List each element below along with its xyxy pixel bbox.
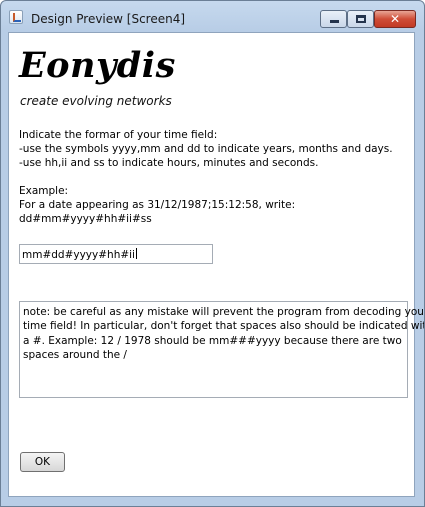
java-app-icon bbox=[9, 10, 23, 24]
window-title: Design Preview [Screen4] bbox=[31, 12, 186, 26]
time-format-value: mm#dd#yyyy#hh#ii bbox=[22, 249, 135, 261]
dialog-content: Eonydis create evolving networks Indicat… bbox=[8, 32, 425, 497]
note-line: spaces around the / bbox=[23, 348, 127, 361]
ok-button[interactable]: OK bbox=[20, 452, 65, 472]
instruction-line: -use the symbols yyyy,mm and dd to indic… bbox=[19, 143, 393, 155]
note-textarea[interactable]: note: be careful as any mistake will pre… bbox=[19, 301, 425, 398]
app-logo: Eonydis bbox=[19, 45, 176, 86]
title-bar[interactable]: Design Preview [Screen4] ✕ bbox=[1, 1, 424, 31]
example-line: dd#mm#yyyy#hh#ii#ss bbox=[19, 213, 152, 225]
close-button[interactable]: ✕ bbox=[374, 10, 416, 28]
example-line: For a date appearing as 31/12/1987;15:12… bbox=[19, 199, 296, 211]
time-format-input[interactable]: mm#dd#yyyy#hh#ii bbox=[19, 244, 213, 264]
minimize-icon bbox=[330, 20, 339, 23]
app-tagline: create evolving networks bbox=[20, 94, 172, 108]
close-icon: ✕ bbox=[389, 12, 401, 26]
app-window: Design Preview [Screen4] ✕ Eonydis creat… bbox=[0, 0, 425, 507]
instruction-line: Indicate the formar of your time field: bbox=[19, 129, 218, 141]
example-line: Example: bbox=[19, 185, 69, 197]
maximize-button[interactable] bbox=[347, 10, 374, 28]
note-line: time field! In particular, don't forget … bbox=[23, 320, 425, 333]
note-line: a #. Example: 12 / 1978 should be mm###y… bbox=[23, 334, 402, 347]
text-caret bbox=[135, 248, 137, 259]
minimize-button[interactable] bbox=[320, 10, 347, 28]
instruction-line: -use hh,ii and ss to indicate hours, min… bbox=[19, 157, 319, 169]
maximize-icon bbox=[356, 15, 366, 23]
note-line: note: be careful as any mistake will pre… bbox=[23, 306, 425, 318]
